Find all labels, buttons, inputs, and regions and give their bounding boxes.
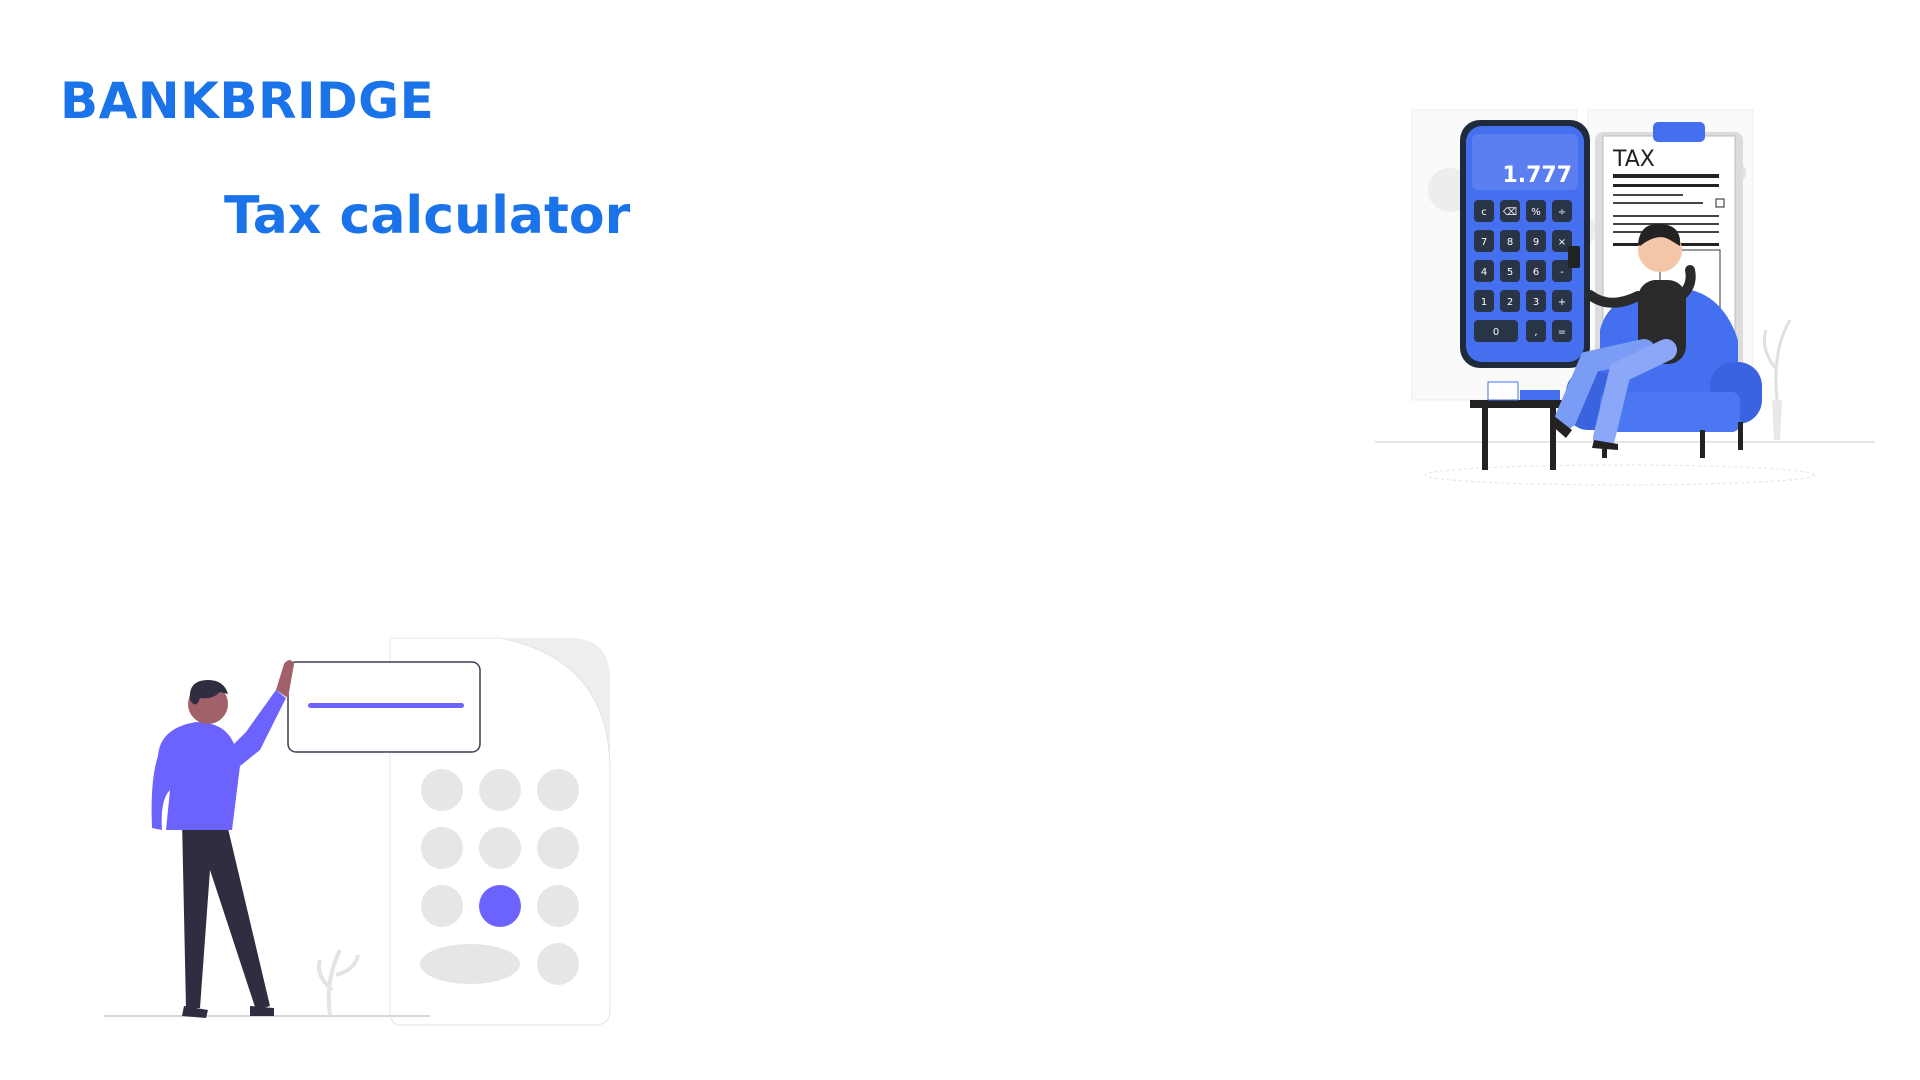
calculator-key-label: 3 [1533,297,1539,308]
calculator-key-label: ⌫ [1503,207,1517,218]
calculator-key-label: + [1558,297,1566,308]
phone-calculator-icon: 1.777 c ⌫% ÷ 7 8 9 × 4 5 6 - 1 2 3 +0, = [1460,120,1590,368]
calculator-key-label: - [1560,267,1564,278]
calculator-key-label: , [1534,327,1537,338]
calculator-illustration [104,637,611,1026]
brand-logo: BANKBRIDGE [60,72,435,130]
man-standing-icon [151,660,294,1018]
calculator-key-label: ÷ [1558,207,1566,218]
tax-form-label: TAX [1612,147,1655,172]
calculator-key-label: × [1558,237,1566,248]
calculator-key-label: 7 [1481,237,1487,248]
page-title: Tax calculator [224,186,631,246]
calculator-display: 1.777 [1502,163,1572,188]
calculator-key-label: 5 [1507,267,1513,278]
calculator-key-label: 4 [1481,267,1487,278]
giant-calculator-icon [287,637,611,1026]
calculator-key-label: 0 [1493,327,1499,338]
calculator-key-label: 9 [1533,237,1539,248]
calculator-key-label: 8 [1507,237,1513,248]
calculator-key-label: = [1558,327,1566,338]
tax-illustration: % TAX 1.777 c ⌫% ÷ 7 8 9 × 4 5 6 - 1 2 3 +0, = [1375,109,1875,486]
calculator-key-label: % [1531,207,1541,218]
calculator-key-label: c [1481,207,1487,218]
calculator-key-label: 2 [1507,297,1513,308]
calculator-key-label: 1 [1481,297,1487,308]
calculator-key-label: 6 [1533,267,1539,278]
